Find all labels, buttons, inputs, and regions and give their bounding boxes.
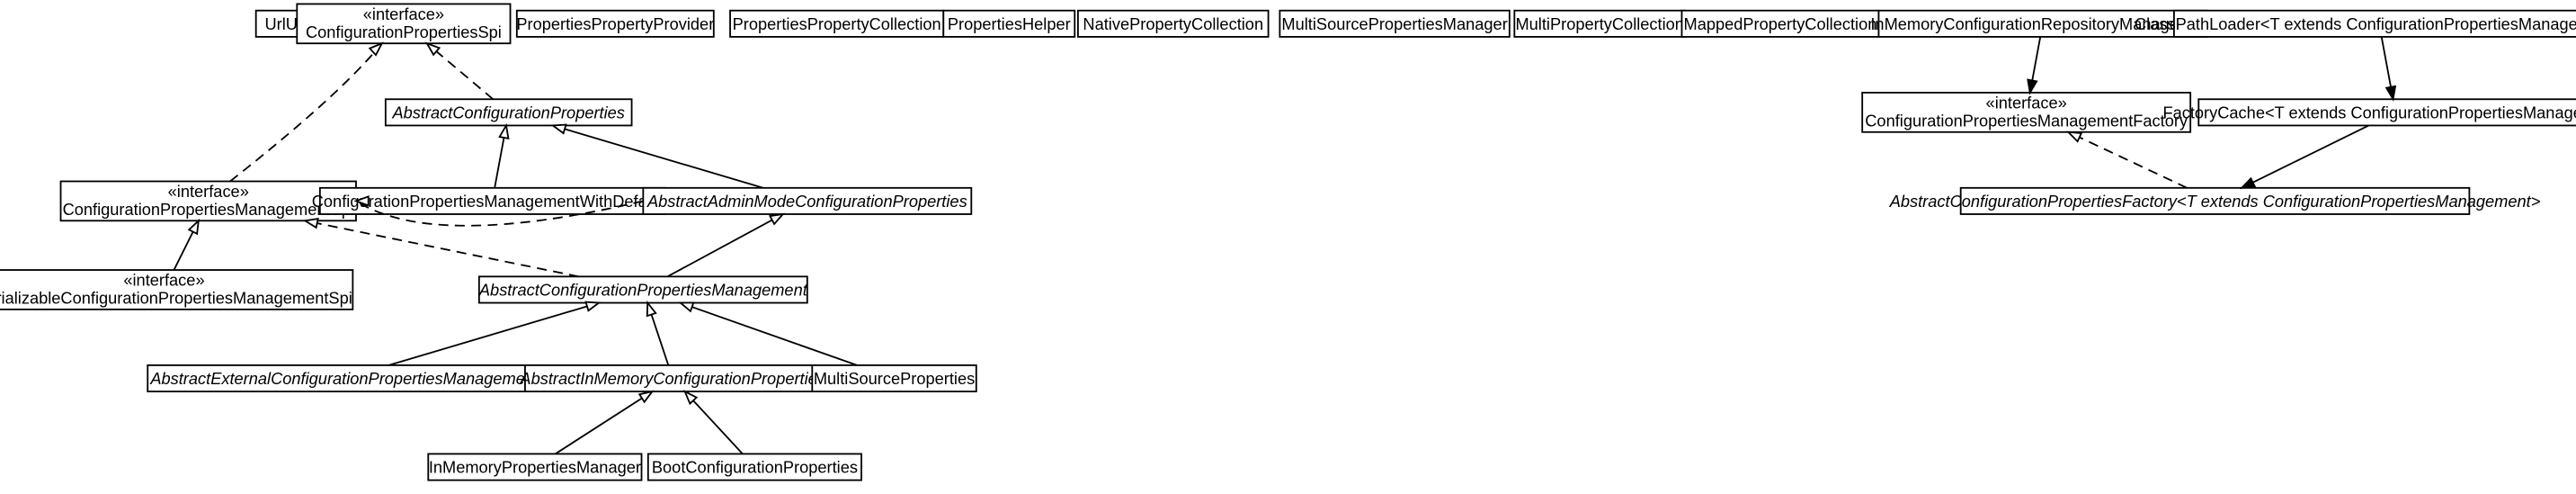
generalization-arrowhead [681,302,694,310]
class-label: MultiPropertyCollection [1515,14,1683,33]
class-msp: MultiSourceProperties [812,365,976,391]
generalization-arrowhead [586,302,600,311]
class-mspm: MultiSourcePropertiesManager [1279,11,1509,37]
class-ppc: PropertiesPropertyCollection [730,11,943,37]
generalization-edge [388,303,599,365]
class-label: AbstractConfigurationPropertiesFactory<T… [1889,192,2541,211]
generalization-arrowhead [189,220,199,234]
class-label: MultiSourceProperties [814,369,975,388]
class-cpl: ClassPathLoader<T extends ConfigurationP… [2135,11,2576,37]
class-label: ConfigurationPropertiesManagementFactory [1865,112,2188,130]
class-scpms: «interface»SerializableConfigurationProp… [0,270,352,310]
class-label: BootConfigurationProperties [652,458,858,477]
generalization-arrowhead [305,219,317,228]
class-label: PropertiesPropertyProvider [516,14,714,33]
generalization-edge [681,303,857,365]
generalization-arrowhead [639,391,652,402]
class-acpf: AbstractConfigurationPropertiesFactory<T… [1889,188,2541,214]
generalization-edge [667,214,782,276]
class-mapc: MappedPropertyCollection [1681,11,1878,37]
generalization-arrowhead [553,125,566,134]
class-ppp: PropertiesPropertyProvider [516,11,714,37]
class-fc: FactoryCache<T extends ConfigurationProp… [2162,99,2576,125]
stereotype: «interface» [168,182,249,201]
dependency-arrowhead [2028,80,2037,93]
realization-edge [230,43,382,181]
realization-edge [2068,132,2187,188]
class-label: AbstractInMemoryConfigurationProperties [519,369,825,388]
stereotype: «interface» [123,271,204,290]
stereotype: «interface» [363,4,444,23]
class-label: AbstractConfigurationProperties [391,103,624,122]
class-cpmf: «interface»ConfigurationPropertiesManage… [1862,93,2190,132]
class-aecpm: AbstractExternalConfigurationPropertiesM… [147,365,541,391]
class-aamcp: AbstractAdminModeConfigurationProperties [643,188,971,214]
generalization-edge [556,391,653,454]
dependency-arrowhead [2386,86,2395,99]
class-impm: InMemoryPropertiesManager [428,454,641,480]
class-label: FactoryCache<T extends ConfigurationProp… [2162,103,2576,122]
class-label: AbstractExternalConfigurationPropertiesM… [149,369,539,388]
generalization-arrowhead [770,214,782,224]
class-aimcp: AbstractInMemoryConfigurationProperties [519,365,825,391]
class-label: InMemoryPropertiesManager [429,458,641,477]
class-label: SerializableConfigurationPropertiesManag… [0,289,352,308]
class-acpm: AbstractConfigurationPropertiesManagemen… [478,276,808,302]
class-label: AbstractAdminModeConfigurationProperties [646,192,967,211]
class-mpc: MultiPropertyCollection [1514,11,1685,37]
generalization-edge [2242,125,2368,187]
generalization-arrowhead [647,303,655,317]
class-label: PropertiesPropertyCollection [733,14,941,33]
class-label: MappedPropertyCollection [1684,14,1877,33]
stereotype: «interface» [1986,94,2067,112]
class-label: ClassPathLoader<T extends ConfigurationP… [2135,14,2576,33]
generalization-arrowhead [500,125,509,138]
class-label: ConfigurationPropertiesSpi [306,22,502,41]
class-cps: «interface»ConfigurationPropertiesSpi [297,4,510,43]
class-label: PropertiesHelper [948,14,1071,33]
generalization-arrowhead [2068,132,2081,141]
dependency-arrowhead [2242,178,2255,188]
generalization-edge [553,125,763,187]
generalization-arrowhead [370,43,382,55]
class-acp: AbstractConfigurationProperties [386,99,632,125]
class-ph: PropertiesHelper [943,11,1074,37]
class-label: ConfigurationPropertiesManagementSpi [63,200,354,219]
class-label: NativePropertyCollection [1083,14,1263,33]
class-label: MultiSourcePropertiesManager [1281,14,1507,33]
realization-edge [305,220,578,276]
class-bcp: BootConfigurationProperties [648,454,861,480]
class-label: AbstractConfigurationPropertiesManagemen… [478,281,808,300]
class-npc: NativePropertyCollection [1078,11,1269,37]
